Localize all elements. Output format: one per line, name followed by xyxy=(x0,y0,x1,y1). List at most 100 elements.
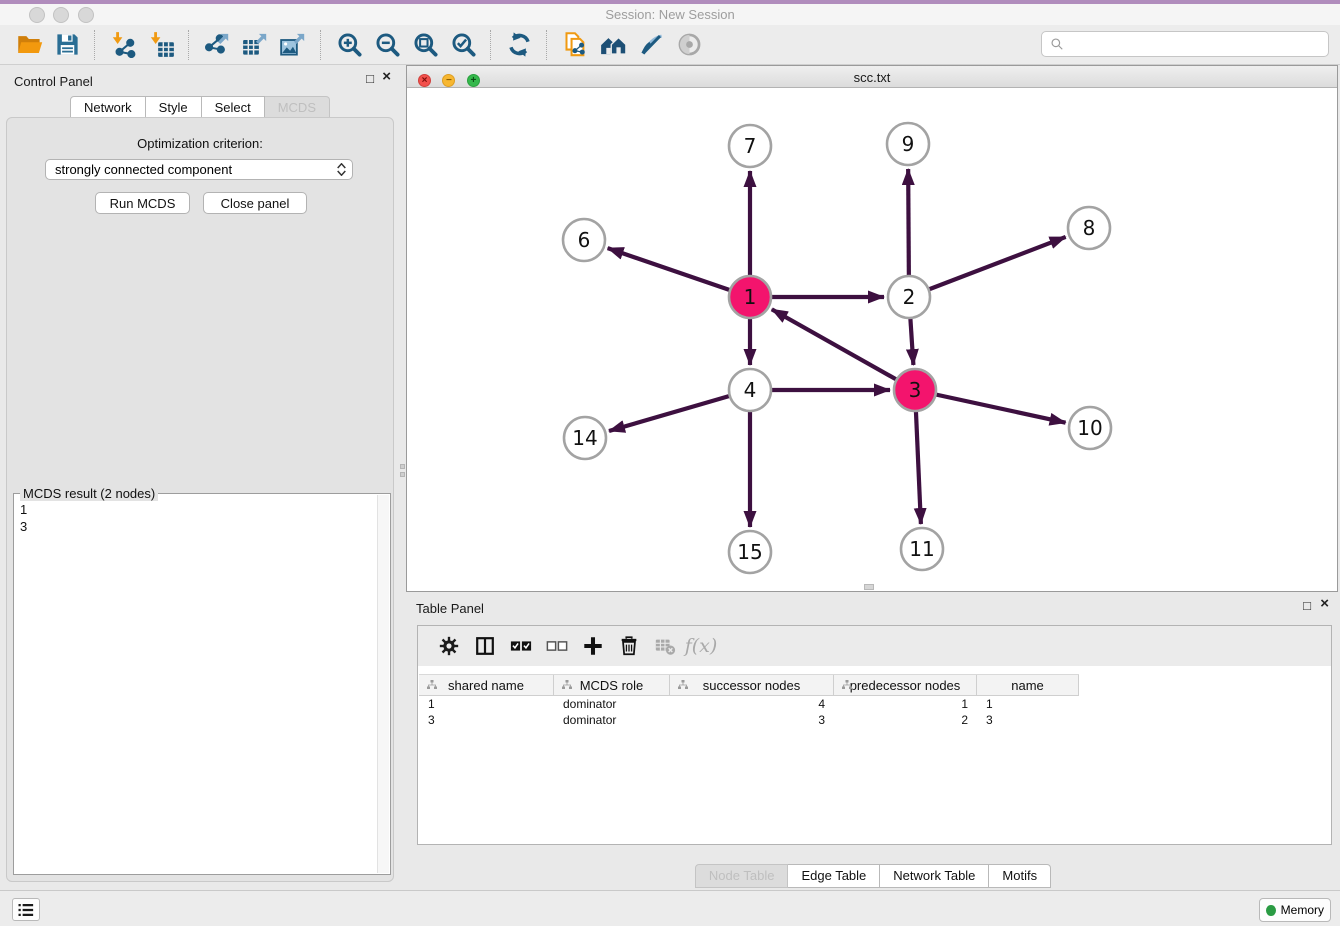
save-icon xyxy=(54,31,81,58)
zoom-selected-button[interactable] xyxy=(444,29,482,61)
memory-label: Memory xyxy=(1281,903,1324,917)
tab-node-table[interactable]: Node Table xyxy=(695,864,789,888)
import-network-icon xyxy=(110,31,137,58)
import-table-icon xyxy=(148,31,175,58)
close-panel-button[interactable]: Close panel xyxy=(203,192,307,214)
homes-icon xyxy=(600,31,627,58)
refresh-icon xyxy=(506,31,533,58)
import-table-button[interactable] xyxy=(142,29,180,61)
check-boxes-icon xyxy=(510,635,532,657)
zoom-fit-icon xyxy=(412,31,439,58)
mcds-result-text[interactable]: 13 xyxy=(16,499,377,872)
graph-edge-3-10[interactable] xyxy=(915,390,1066,423)
add-column-button[interactable] xyxy=(575,631,611,661)
run-mcds-button[interactable]: Run MCDS xyxy=(95,192,190,214)
column-header-shared-name[interactable]: shared name xyxy=(419,675,554,695)
result-scrollbar[interactable] xyxy=(377,495,389,873)
table-row[interactable]: 3dominator323 xyxy=(419,712,1330,728)
save-session-button[interactable] xyxy=(48,29,86,61)
cell-successor-nodes: 3 xyxy=(670,713,834,727)
home-button[interactable] xyxy=(594,29,632,61)
graph-node-15[interactable]: 15 xyxy=(729,531,771,573)
export-network-button[interactable] xyxy=(198,29,236,61)
graphics-details-button[interactable] xyxy=(632,29,670,61)
mcds-result-box: MCDS result (2 nodes) 13 xyxy=(13,493,391,875)
column-header-MCDS-role[interactable]: MCDS role xyxy=(554,675,670,695)
select-stepper-icon xyxy=(337,163,346,176)
criterion-select[interactable]: strongly connected component xyxy=(45,159,353,180)
cell-MCDS-role: dominator xyxy=(554,713,670,727)
new-network-view-button[interactable] xyxy=(556,29,594,61)
float-table-panel-icon[interactable]: □ xyxy=(1303,600,1311,612)
select-all-button[interactable] xyxy=(503,631,539,661)
trash-icon xyxy=(618,635,640,657)
mcds-panel: Optimization criterion: strongly connect… xyxy=(6,117,394,882)
graph-edge-3-1[interactable] xyxy=(772,309,915,390)
node-table-container: f(x) shared nameMCDS rolesuccessor nodes… xyxy=(417,625,1332,845)
tab-network-table[interactable]: Network Table xyxy=(880,864,989,888)
details-slash-icon xyxy=(638,31,665,58)
open-session-button[interactable] xyxy=(10,29,48,61)
export-table-button[interactable] xyxy=(236,29,274,61)
namespace-icon xyxy=(841,679,853,691)
column-header-successor-nodes[interactable]: successor nodes xyxy=(670,675,834,695)
cell-MCDS-role: dominator xyxy=(554,697,670,711)
network-graph[interactable]: 1 2 3 4 6 7 8 9 10 11 14 15 xyxy=(407,88,1337,591)
graph-node-8[interactable]: 8 xyxy=(1068,207,1110,249)
svg-text:6: 6 xyxy=(578,228,591,252)
delete-column-button[interactable] xyxy=(611,631,647,661)
column-header-name[interactable]: name xyxy=(977,675,1079,695)
panel-splitter-handle[interactable] xyxy=(399,464,405,480)
search-icon xyxy=(1050,37,1064,51)
zoom-out-button[interactable] xyxy=(368,29,406,61)
zoom-in-button[interactable] xyxy=(330,29,368,61)
column-header-predecessor-nodes[interactable]: predecessor nodes xyxy=(834,675,977,695)
svg-text:10: 10 xyxy=(1077,416,1102,440)
graph-node-14[interactable]: 14 xyxy=(564,417,606,459)
graph-edge-2-8[interactable] xyxy=(909,237,1066,297)
import-network-button[interactable] xyxy=(104,29,142,61)
table-row[interactable]: 1dominator411 xyxy=(419,696,1330,712)
memory-button[interactable]: Memory xyxy=(1259,898,1331,922)
graph-node-6[interactable]: 6 xyxy=(563,219,605,261)
toolbar-separator xyxy=(320,30,322,60)
zoom-fit-button[interactable] xyxy=(406,29,444,61)
table-settings-button[interactable] xyxy=(431,631,467,661)
namespace-icon xyxy=(561,679,573,691)
split-panel-button[interactable] xyxy=(467,631,503,661)
copy-network-icon xyxy=(562,31,589,58)
export-image-button[interactable] xyxy=(274,29,312,61)
network-canvas[interactable]: 1 2 3 4 6 7 8 9 10 11 14 15 xyxy=(407,88,1337,591)
close-table-panel-icon[interactable]: × xyxy=(1320,598,1329,610)
search-field[interactable] xyxy=(1041,31,1329,57)
network-window-titlebar[interactable]: × − + scc.txt xyxy=(407,66,1337,88)
column-label: predecessor nodes xyxy=(834,678,976,693)
apply-layout-button[interactable] xyxy=(500,29,538,61)
graph-edge-1-6[interactable] xyxy=(608,248,750,297)
search-input[interactable] xyxy=(1068,33,1328,55)
graph-node-3[interactable]: 3 xyxy=(894,369,936,411)
graph-node-9[interactable]: 9 xyxy=(887,123,929,165)
table-delete-icon xyxy=(654,635,676,657)
float-panel-icon[interactable]: □ xyxy=(366,73,374,85)
export-table-icon xyxy=(242,31,269,58)
svg-text:3: 3 xyxy=(909,378,922,402)
graph-node-1[interactable]: 1 xyxy=(729,276,771,318)
graph-node-11[interactable]: 11 xyxy=(901,528,943,570)
gear-icon xyxy=(438,635,460,657)
birdseye-view-button[interactable] xyxy=(670,29,708,61)
canvas-resize-handle[interactable] xyxy=(864,584,874,590)
graph-node-2[interactable]: 2 xyxy=(888,276,930,318)
network-view-title: scc.txt xyxy=(407,70,1337,85)
close-panel-icon[interactable]: × xyxy=(382,71,391,83)
graph-node-7[interactable]: 7 xyxy=(729,125,771,167)
window-titlebar: Session: New Session xyxy=(0,4,1340,26)
deselect-all-button[interactable] xyxy=(539,631,575,661)
plus-icon xyxy=(582,635,604,657)
svg-text:7: 7 xyxy=(744,134,757,158)
task-history-button[interactable] xyxy=(12,898,40,921)
graph-node-4[interactable]: 4 xyxy=(729,369,771,411)
tab-edge-table[interactable]: Edge Table xyxy=(788,864,880,888)
graph-node-10[interactable]: 10 xyxy=(1069,407,1111,449)
tab-motifs[interactable]: Motifs xyxy=(989,864,1051,888)
